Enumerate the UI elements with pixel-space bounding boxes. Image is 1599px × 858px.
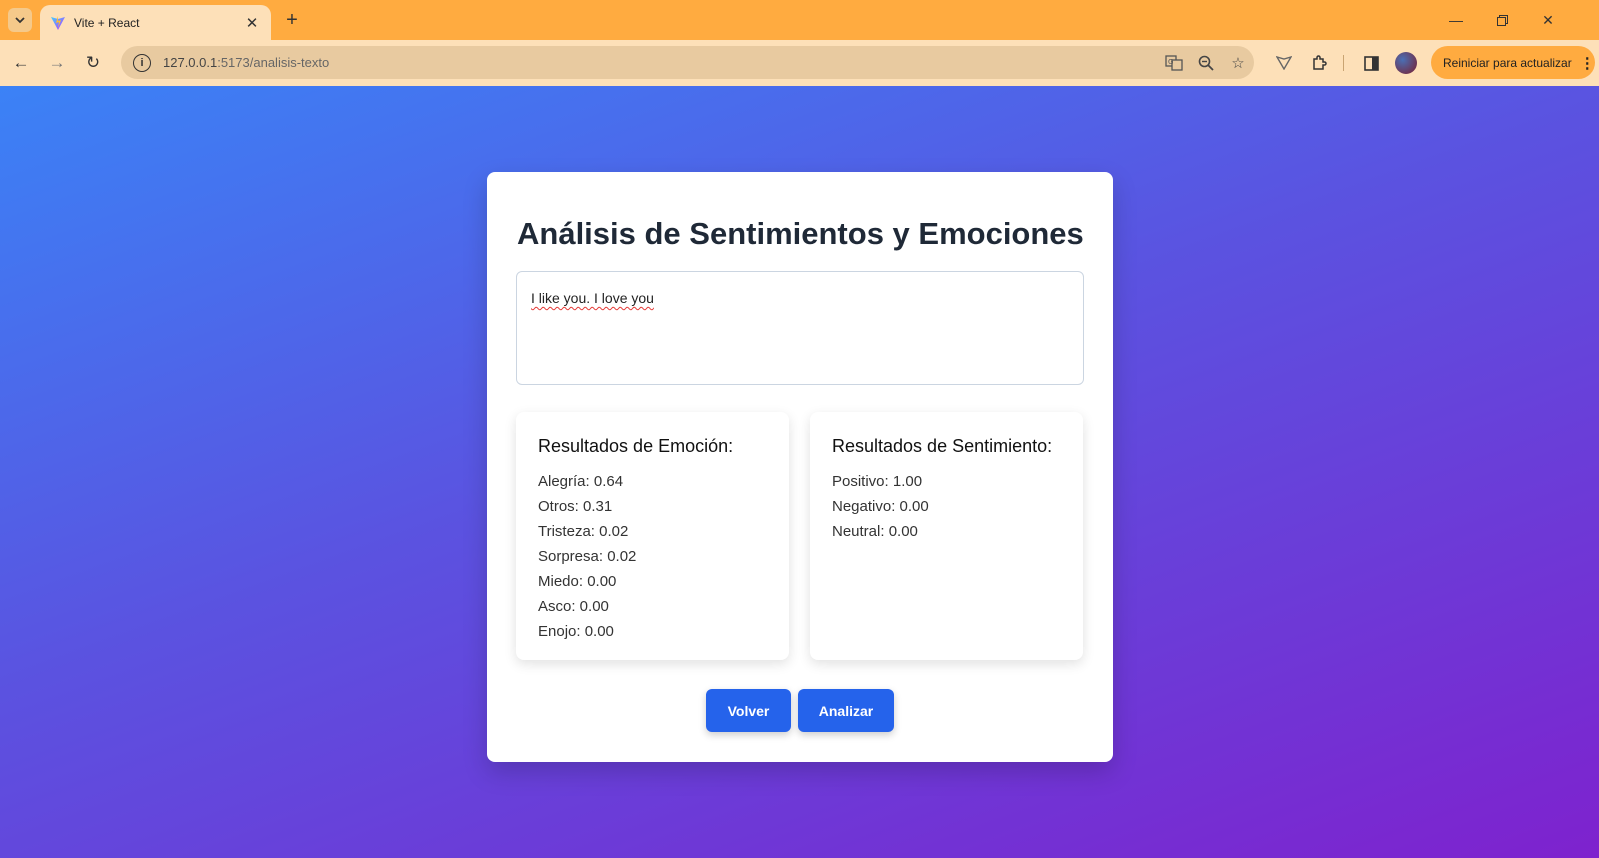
- input-text: I like you. I love you: [531, 290, 654, 306]
- emotion-results-panel: Resultados de Emoción: Alegría: 0.64 Otr…: [516, 412, 789, 660]
- page-viewport: Análisis de Sentimientos y Emociones I l…: [0, 86, 1599, 858]
- reload-icon[interactable]: ↻: [79, 49, 107, 77]
- extensions-puzzle-icon[interactable]: [1305, 49, 1333, 77]
- tab-title: Vite + React: [74, 15, 140, 30]
- toolbar-separator: [1343, 55, 1344, 71]
- browser-tab[interactable]: Vite + React ✕: [40, 5, 271, 40]
- emotion-row: Tristeza: 0.02: [538, 523, 629, 540]
- restart-update-button[interactable]: Reiniciar para actualizar ⋮: [1431, 46, 1595, 79]
- restart-label: Reiniciar para actualizar: [1443, 55, 1572, 70]
- url-path: :5173/analisis-texto: [217, 55, 330, 70]
- text-input-area[interactable]: I like you. I love you: [516, 271, 1084, 385]
- translate-icon[interactable]: G: [1158, 49, 1190, 77]
- svg-text:G: G: [1168, 58, 1173, 66]
- emotion-results-title: Resultados de Emoción:: [538, 436, 734, 456]
- vite-extension-icon[interactable]: [1270, 49, 1298, 77]
- sentiment-row: Neutral: 0.00: [832, 523, 918, 540]
- forward-arrow-icon[interactable]: →: [43, 49, 71, 77]
- back-button[interactable]: Volver: [706, 689, 791, 732]
- new-tab-button[interactable]: +: [280, 8, 304, 32]
- sentiment-results-panel: Resultados de Sentimiento: Positivo: 1.0…: [810, 412, 1083, 660]
- emotion-row: Enojo: 0.00: [538, 623, 614, 640]
- url-text: 127.0.0.1:5173/analisis-texto: [163, 55, 1158, 70]
- more-menu-icon[interactable]: ⋮: [1580, 54, 1595, 72]
- back-arrow-icon[interactable]: ←: [7, 49, 35, 77]
- chevron-down-icon: [15, 17, 25, 24]
- sentiment-row: Positivo: 1.00: [832, 473, 923, 490]
- sentiment-row: Negativo: 0.00: [832, 498, 929, 515]
- browser-toolbar: ← → ↻ i 127.0.0.1:5173/analisis-texto G …: [0, 40, 1599, 86]
- tab-search-button[interactable]: [8, 8, 32, 32]
- close-tab-icon[interactable]: ✕: [243, 14, 261, 32]
- minimize-icon[interactable]: —: [1433, 0, 1479, 40]
- site-info-icon[interactable]: i: [133, 53, 151, 72]
- emotion-row: Miedo: 0.00: [538, 573, 617, 590]
- emotion-row: Alegría: 0.64: [538, 473, 624, 490]
- profile-avatar[interactable]: [1395, 52, 1417, 74]
- vite-logo-icon: [51, 15, 65, 30]
- restore-icon[interactable]: [1479, 0, 1525, 40]
- side-panel-icon[interactable]: [1357, 49, 1385, 77]
- bookmark-star-icon[interactable]: ☆: [1222, 49, 1254, 77]
- url-host: 127.0.0.1: [163, 55, 218, 70]
- emotion-row: Otros: 0.31: [538, 498, 613, 515]
- analysis-card: Análisis de Sentimientos y Emociones I l…: [487, 172, 1113, 762]
- emotion-row: Asco: 0.00: [538, 598, 609, 615]
- zoom-icon[interactable]: [1190, 49, 1222, 77]
- sentiment-results-title: Resultados de Sentimiento:: [832, 436, 1053, 456]
- tab-strip: Vite + React ✕ + — ✕: [0, 0, 1599, 40]
- analyze-button[interactable]: Analizar: [798, 689, 894, 732]
- address-bar[interactable]: i 127.0.0.1:5173/analisis-texto G ☆: [121, 46, 1254, 79]
- page-title: Análisis de Sentimientos y Emociones: [517, 216, 1084, 251]
- close-window-icon[interactable]: ✕: [1525, 0, 1571, 40]
- emotion-row: Sorpresa: 0.02: [538, 548, 637, 565]
